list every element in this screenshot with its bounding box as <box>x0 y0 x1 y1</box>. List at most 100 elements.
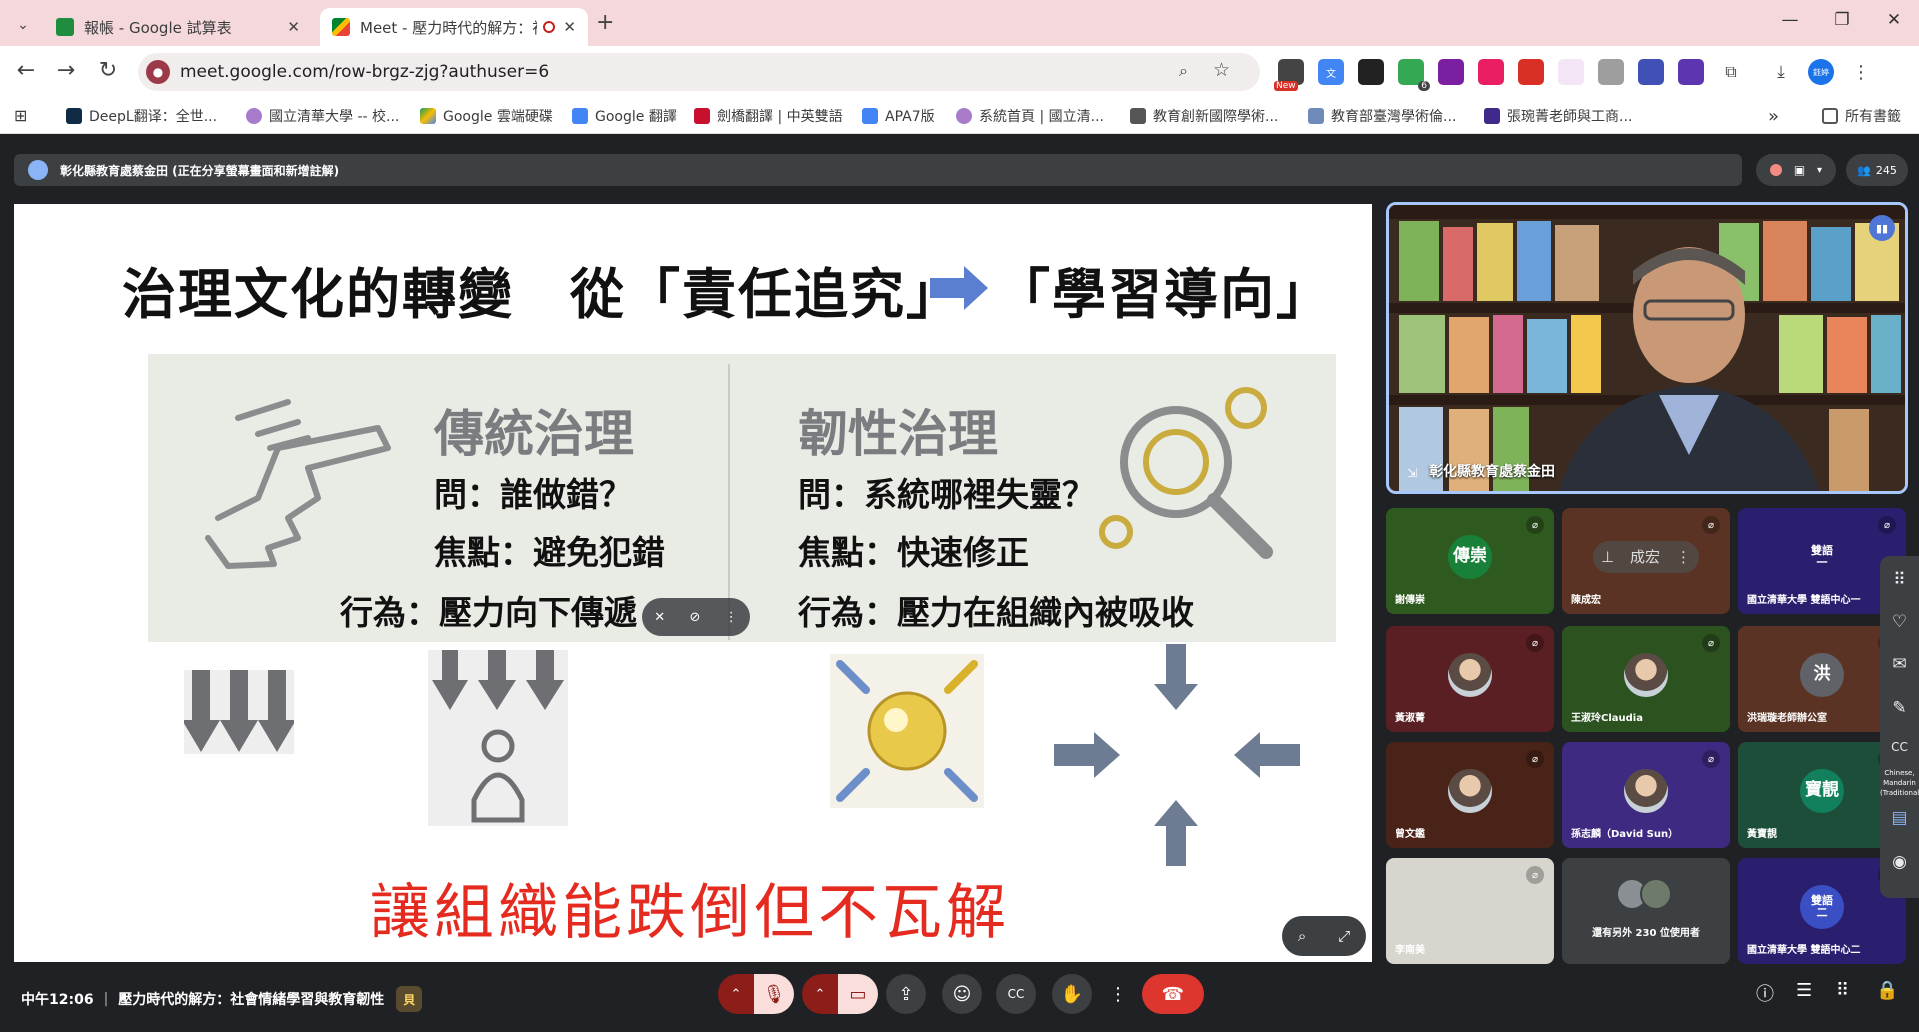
bookmark-nthu[interactable]: 國立清華大學 -- 校... <box>246 106 399 126</box>
close-tab-icon[interactable]: ✕ <box>563 18 576 36</box>
right-arrow-icon <box>930 266 988 310</box>
bookmark-apa7[interactable]: APA7版 <box>862 106 935 126</box>
reactions-icon[interactable]: ♡ <box>1880 612 1919 632</box>
address-bar[interactable]: ● meet.google.com/row-brgz-zjg?authuser=… <box>138 53 1260 91</box>
participant-tile[interactable]: 傳崇 ⌀ 謝傳崇 <box>1386 508 1554 614</box>
close-tab-icon[interactable]: ✕ <box>287 18 300 36</box>
meeting-title: 壓力時代的解方：社會情緒學習與教育韌性 <box>118 992 385 1008</box>
captions-icon[interactable]: CC <box>1880 740 1919 754</box>
extension-icon[interactable] <box>1558 59 1584 85</box>
resilient-governance-heading: 韌性治理 <box>798 405 998 463</box>
new-extension-icon[interactable]: New <box>1274 59 1304 91</box>
microphone-off-button[interactable]: 🎙 <box>754 974 794 1014</box>
video-options-caret[interactable]: ⌃ <box>802 974 838 1014</box>
resilient-behavior: 行為：壓力在組織內被吸收 <box>798 593 1194 632</box>
activities-icon[interactable]: ⠿ <box>1836 980 1849 1001</box>
annotation-tools-pill[interactable]: ✕ ⊘ ⋮ <box>642 598 750 636</box>
apps-grid-icon[interactable]: ⠿ <box>1880 570 1919 590</box>
bookmark-cambridge[interactable]: 劍橋翻譯 | 中英雙語 <box>694 106 843 126</box>
download-icon[interactable]: ⤓ <box>1768 59 1794 85</box>
slide-zoom-controls[interactable]: ⌕ ⤢ <box>1282 916 1366 956</box>
back-arrow-icon[interactable]: ← <box>12 58 40 83</box>
chat-icon[interactable]: ☰ <box>1796 980 1812 1001</box>
new-tab-button[interactable]: + <box>596 10 614 35</box>
bookmark-google-translate[interactable]: Google 翻譯 <box>572 106 677 126</box>
shield-extension-icon[interactable] <box>1518 59 1544 85</box>
microphone-in-use-icon[interactable]: ● <box>146 60 170 84</box>
participant-tile[interactable]: ⌀ 黃淑菁 <box>1386 626 1554 732</box>
close-window-button[interactable]: ✕ <box>1874 10 1914 30</box>
participant-tile[interactable]: 還有另外 230 位使用者 <box>1562 858 1730 964</box>
bookmark-deepl[interactable]: DeepL翻译：全世... <box>66 106 217 126</box>
host-controls-icon[interactable]: 🔒 <box>1876 980 1898 1001</box>
meeting-badge[interactable]: 貝 <box>396 986 423 1012</box>
audio-options-caret[interactable]: ⌃ <box>718 974 754 1014</box>
present-screen-button[interactable]: ⇪ <box>886 974 926 1014</box>
bookmark-google-drive[interactable]: Google 雲端硬碟 <box>420 106 553 126</box>
extension-icon[interactable] <box>1438 59 1464 85</box>
chat-activity-icon[interactable]: ✉ <box>1880 654 1919 674</box>
tab-search-icon[interactable]: ⌄ <box>10 12 36 38</box>
more-options-button[interactable]: ⋮ <box>1104 974 1132 1014</box>
bookmark-edu-innovation[interactable]: 教育創新國際學術... <box>1130 106 1278 126</box>
bookmark-moe-ethics[interactable]: 教育部臺灣學術倫... <box>1308 106 1456 126</box>
url-text[interactable]: meet.google.com/row-brgz-zjg?authuser=6 <box>180 62 549 82</box>
participant-tile[interactable]: ⌀ 曾文鑑 <box>1386 742 1554 848</box>
zoom-in-icon[interactable]: ⌕ <box>1298 927 1306 945</box>
fullscreen-icon[interactable]: ⤢ <box>1338 927 1350 945</box>
browser-menu-icon[interactable]: ⋮ <box>1848 59 1874 85</box>
hide-icon[interactable]: ⊘ <box>689 610 700 625</box>
extension-icon[interactable] <box>1678 59 1704 85</box>
participants-button[interactable]: 👥 245 <box>1846 154 1908 186</box>
participant-tile[interactable]: ⌀ 王淑玲Claudia <box>1562 626 1730 732</box>
more-options-icon[interactable]: ⋮ <box>1676 548 1691 566</box>
forward-arrow-icon[interactable]: → <box>52 58 80 83</box>
camera-off-button[interactable]: ▭ <box>838 974 878 1014</box>
bookmarks-overflow-icon[interactable]: » <box>1768 106 1779 127</box>
extension-icon[interactable] <box>1478 59 1504 85</box>
leave-call-button[interactable]: ☎ <box>1142 974 1204 1014</box>
translate-extension-icon[interactable]: 文 <box>1318 59 1344 85</box>
tile-hover-controls[interactable]: ⊥ 成宏 ⋮ <box>1593 540 1699 573</box>
emoji-reactions-button[interactable]: ☺ <box>942 974 982 1014</box>
muted-mic-icon: ⌀ <box>1878 516 1896 534</box>
apps-grid-icon[interactable]: ⊞ <box>14 106 27 125</box>
whiteboard-pen-icon[interactable]: ✎ <box>1880 698 1919 718</box>
bookmark-star-icon[interactable]: ☆ <box>1213 59 1230 81</box>
all-bookmarks-folder[interactable]: 所有書籤 <box>1822 106 1901 126</box>
profile-avatar[interactable]: 鈺婷 <box>1808 59 1834 85</box>
extension-icon[interactable] <box>1638 59 1664 85</box>
zoom-icon[interactable]: ⌕ <box>1179 61 1188 81</box>
puzzle-extensions-icon[interactable]: ⧉ <box>1718 59 1744 85</box>
traditional-behavior: 行為：壓力向下傳遞 <box>340 593 637 632</box>
more-options-icon[interactable]: ⋮ <box>725 610 738 625</box>
tab-google-meet[interactable]: Meet - 壓力時代的解方：社 ✕ <box>320 8 588 46</box>
participant-tile[interactable]: ⌀ 李南美 <box>1386 858 1554 964</box>
slide-title: 治理文化的轉變 從「責任追究」 <box>122 263 962 326</box>
bookmark-teacher-chang[interactable]: 張琬菁老師與工商... <box>1484 106 1632 126</box>
reload-icon[interactable]: ↻ <box>94 58 122 83</box>
unpin-icon[interactable]: ✕ <box>654 610 665 625</box>
extension-icon[interactable] <box>1598 59 1624 85</box>
extension-icon[interactable] <box>1358 59 1384 85</box>
pin-icon[interactable]: ⊥ <box>1601 548 1614 566</box>
chat-extension-icon[interactable]: 6 <box>1398 59 1430 91</box>
restore-button[interactable]: ❐ <box>1822 10 1862 30</box>
bookmark-system-home[interactable]: 系統首頁 | 國立清... <box>956 106 1104 126</box>
participant-tile[interactable]: ⌀ 孫志麟（David Sun） <box>1562 742 1730 848</box>
presenter-label: 彰化縣教育處蔡金田 (正在分享螢幕畫面和新增註解) <box>60 163 340 178</box>
pin-icon[interactable]: ⇲ <box>1407 466 1417 480</box>
meeting-details-icon[interactable]: ⓘ <box>1756 980 1774 1006</box>
recording-controls[interactable]: ▣ ▾ <box>1756 154 1836 186</box>
raise-hand-button[interactable]: ✋ <box>1052 974 1092 1014</box>
participant-name: 曾文鑑 <box>1395 829 1425 840</box>
tab-google-sheets[interactable]: 報帳 - Google 試算表 ✕ <box>44 8 312 46</box>
participant-name: 李南美 <box>1395 945 1425 956</box>
participant-tile[interactable]: ⊥ 成宏 ⋮ ⌀ 陳成宏 <box>1562 508 1730 614</box>
captions-button[interactable]: CC <box>996 974 1036 1014</box>
speaker-tile[interactable]: ⇲ 彰化縣教育處蔡金田 ▮▮ <box>1386 202 1908 494</box>
screenshot-camera-icon[interactable]: ◉ <box>1880 852 1919 872</box>
notes-icon[interactable]: ▤ <box>1880 808 1919 828</box>
minimize-button[interactable]: — <box>1770 10 1810 30</box>
deepl-icon <box>66 108 82 124</box>
